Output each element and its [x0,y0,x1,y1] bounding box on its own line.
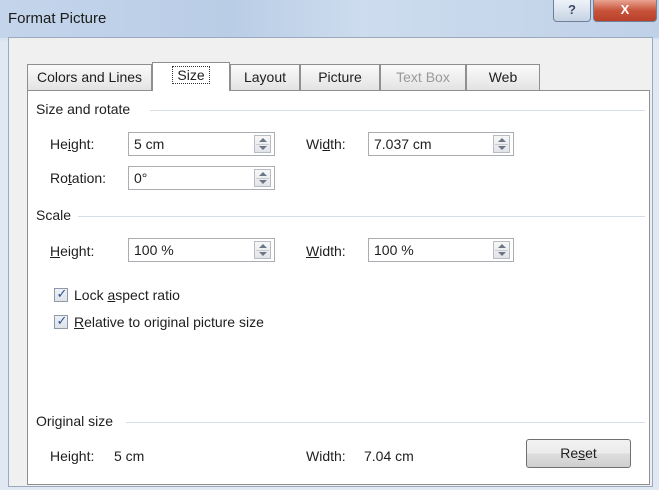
scale-width-spin-buttons[interactable] [493,241,510,259]
spin-divider [256,178,269,179]
lock-aspect-label[interactable]: Lock aspect ratio [74,287,180,303]
width-spin-buttons[interactable] [493,135,510,153]
tab-label: Web [488,69,518,85]
spin-up-icon[interactable] [498,138,506,142]
title-bar[interactable]: Format Picture ? X [0,0,659,38]
scale-group-title: Scale [36,207,72,223]
spin-divider [256,250,269,251]
tab-text-box: Text Box [380,64,466,90]
group-divider [78,216,645,217]
spin-down-icon[interactable] [259,252,267,256]
height-value: 5 cm [134,136,165,152]
rotation-spin-buttons[interactable] [254,169,271,187]
spin-divider [495,144,508,145]
tab-label: Size [172,66,210,84]
height-label: Height: [50,136,95,152]
group-divider [126,422,645,423]
scale-width-spinner[interactable]: 100 % [368,238,514,262]
dialog-title: Format Picture [8,10,107,27]
spin-down-icon[interactable] [498,146,506,150]
height-spin-buttons[interactable] [254,135,271,153]
tab-colors-and-lines[interactable]: Colors and Lines [27,64,152,90]
scale-height-spinner[interactable]: 100 % [128,238,275,262]
tab-web[interactable]: Web [466,64,540,90]
dialog-body: Colors and Lines Size Layout Picture Tex… [8,37,653,487]
format-picture-dialog: Format Picture ? X Colors and Lines Size… [0,0,659,490]
spin-down-icon[interactable] [259,146,267,150]
help-icon: ? [568,2,576,17]
size-tab-panel: Size and rotate Height: 5 cm Width: 7.03… [27,90,650,485]
relative-size-checkbox[interactable]: ✓ [54,313,68,329]
tab-label: Layout [243,69,287,85]
original-height-label: Height: [50,448,95,464]
scale-height-spin-buttons[interactable] [254,241,271,259]
original-width-label: Width: [306,448,346,464]
original-size-group-title: Original size [36,413,114,429]
width-label: Width: [306,136,346,152]
spin-up-icon[interactable] [259,172,267,176]
scale-height-value: 100 % [134,242,174,258]
tab-picture[interactable]: Picture [300,64,380,90]
scale-height-label: Height: [50,243,95,259]
tab-label: Picture [318,69,362,85]
close-icon: X [620,2,630,17]
spin-up-icon[interactable] [498,244,506,248]
spin-divider [256,144,269,145]
spin-up-icon[interactable] [259,244,267,248]
close-button[interactable]: X [593,0,657,22]
reset-label: Reset [560,445,597,461]
scale-width-label: Width: [306,243,346,259]
spin-down-icon[interactable] [498,252,506,256]
height-spinner[interactable]: 5 cm [128,132,275,156]
rotation-label: Rotation: [50,170,107,186]
tab-size[interactable]: Size [152,62,230,91]
help-button[interactable]: ? [553,0,591,22]
original-width-value: 7.04 cm [364,448,414,464]
tab-label: Colors and Lines [36,69,143,85]
rotation-spinner[interactable]: 0° [128,166,275,190]
lock-aspect-checkbox[interactable]: ✓ [54,286,68,302]
original-height-value: 5 cm [114,448,145,464]
width-spinner[interactable]: 7.037 cm [368,132,514,156]
size-rotate-group-title: Size and rotate [36,101,131,117]
relative-size-label[interactable]: Relative to original picture size [74,314,264,330]
group-divider [150,110,645,111]
spin-down-icon[interactable] [259,180,267,184]
scale-width-value: 100 % [374,242,414,258]
reset-button[interactable]: Reset [526,439,631,468]
tab-layout[interactable]: Layout [230,64,300,90]
width-value: 7.037 cm [374,136,432,152]
checkmark-icon: ✓ [56,313,68,328]
checkmark-icon: ✓ [56,286,68,301]
rotation-value: 0° [134,170,148,186]
tab-label: Text Box [396,69,450,85]
spin-divider [495,250,508,251]
spin-up-icon[interactable] [259,138,267,142]
